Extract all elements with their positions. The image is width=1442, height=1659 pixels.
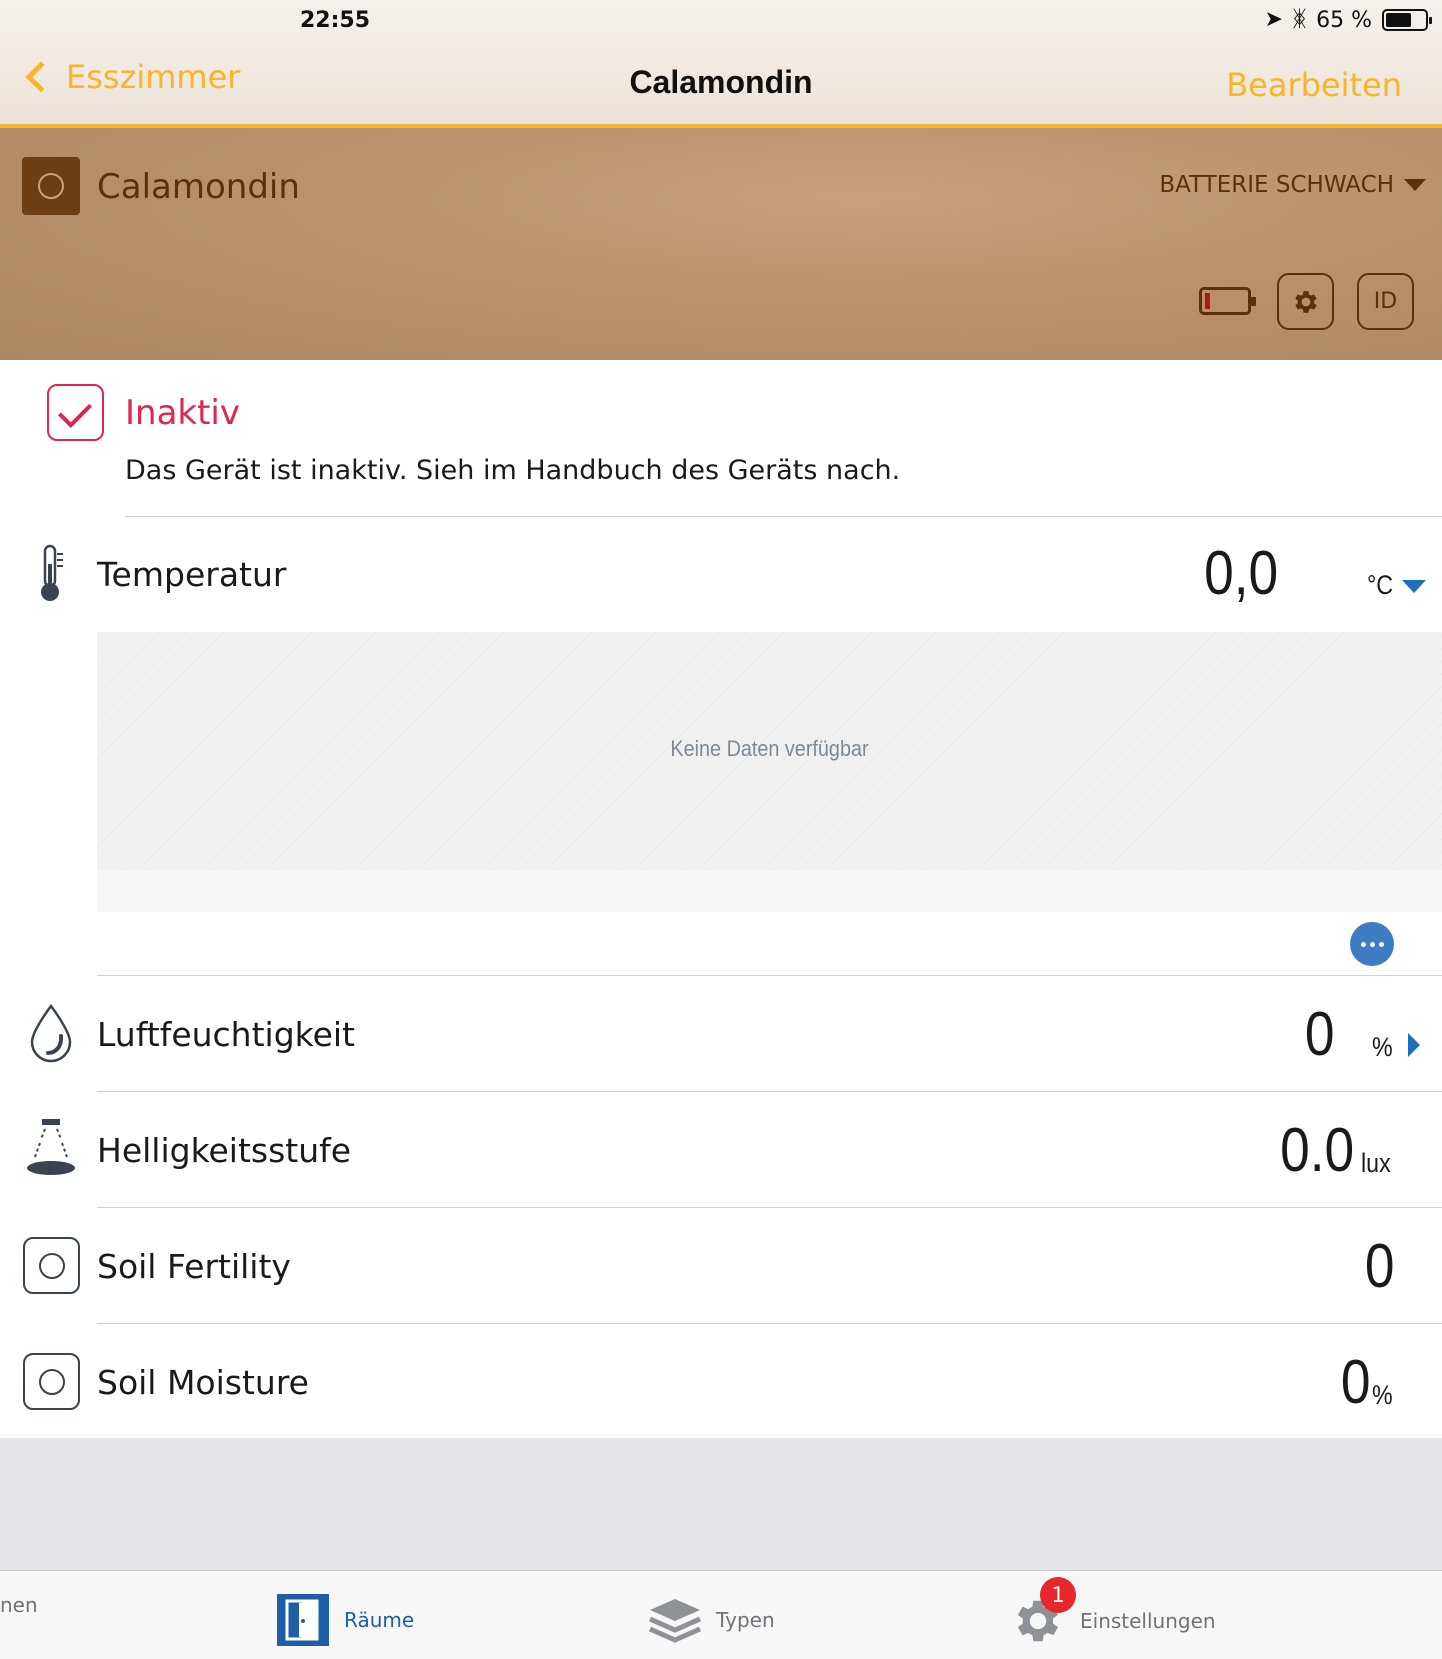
divider xyxy=(97,975,1442,976)
temperature-unit: °C xyxy=(1367,570,1394,600)
status-time: 22:55 xyxy=(299,8,371,33)
location-icon: ➤ xyxy=(1264,7,1283,32)
divider xyxy=(97,1091,1442,1092)
inactive-check-icon xyxy=(47,384,104,441)
circle-square-icon xyxy=(23,1353,80,1410)
id-button[interactable]: ID xyxy=(1357,273,1414,330)
divider xyxy=(125,516,1442,517)
thermometer-icon xyxy=(41,544,63,601)
divider xyxy=(97,1207,1442,1208)
inactive-title: Inaktiv xyxy=(125,393,240,433)
settings-button[interactable] xyxy=(1277,273,1334,330)
humidity-value: 0 xyxy=(1304,1000,1334,1069)
tab-scenes[interactable]: nen xyxy=(0,1593,38,1617)
battery-percent: 65 % xyxy=(1316,7,1372,33)
bluetooth-icon: ᛤ xyxy=(1292,7,1307,32)
chart-axis-strip xyxy=(97,870,1442,912)
brightness-value: 0.0 xyxy=(1279,1116,1354,1185)
tab-label: nen xyxy=(0,1593,38,1617)
battery-status-label: BATTERIE SCHWACH xyxy=(1159,172,1394,198)
temperature-value: 0,0 xyxy=(1203,539,1278,608)
battery-status-dropdown[interactable]: BATTERIE SCHWACH xyxy=(1159,172,1426,198)
tab-rooms[interactable]: Räume xyxy=(276,1593,414,1647)
low-battery-icon xyxy=(1199,287,1256,315)
battery-icon xyxy=(1382,9,1432,31)
device-name: Calamondin xyxy=(97,167,300,207)
chart-empty-message: Keine Daten verfügbar xyxy=(670,736,869,761)
humidity-unit: % xyxy=(1372,1032,1393,1062)
sensor-label-humidity: Luftfeuchtigkeit xyxy=(97,1015,355,1054)
lamp-icon xyxy=(27,1119,75,1175)
device-icon xyxy=(22,157,80,215)
tab-label: Räume xyxy=(344,1608,415,1632)
sensor-label-temperature: Temperatur xyxy=(97,555,287,594)
notification-badge: 1 xyxy=(1040,1577,1076,1613)
sensor-label-soil-moisture: Soil Moisture xyxy=(97,1363,309,1402)
caret-down-icon xyxy=(1404,179,1426,191)
door-icon xyxy=(277,1594,329,1646)
tab-types[interactable]: Typen xyxy=(648,1593,775,1647)
status-indicators: ➤ ᛤ 65 % xyxy=(1264,6,1432,34)
sensor-label-brightness: Helligkeitsstufe xyxy=(97,1131,352,1170)
soil-fertility-value: 0 xyxy=(1364,1232,1394,1301)
more-options-button[interactable] xyxy=(1350,922,1394,966)
tab-label: Einstellungen xyxy=(1080,1609,1216,1633)
sensor-label-soil-fertility: Soil Fertility xyxy=(97,1247,291,1286)
circle-square-icon xyxy=(23,1237,80,1294)
edit-button[interactable]: Bearbeiten xyxy=(1226,66,1402,104)
gear-icon xyxy=(1294,290,1317,313)
water-drop-icon xyxy=(30,1003,72,1063)
tab-label: Typen xyxy=(716,1608,775,1632)
device-header xyxy=(0,128,1442,360)
expand-caret-icon[interactable] xyxy=(1408,1033,1420,1057)
layers-icon xyxy=(648,1599,702,1643)
brightness-unit: lux xyxy=(1361,1148,1391,1178)
expand-caret-icon[interactable] xyxy=(1402,580,1426,593)
soil-moisture-value: 0 xyxy=(1340,1348,1370,1417)
soil-moisture-unit: % xyxy=(1372,1380,1393,1410)
inactive-description: Das Gerät ist inaktiv. Sieh im Handbuch … xyxy=(125,455,901,486)
empty-background xyxy=(0,1438,1442,1570)
divider xyxy=(97,1323,1442,1324)
